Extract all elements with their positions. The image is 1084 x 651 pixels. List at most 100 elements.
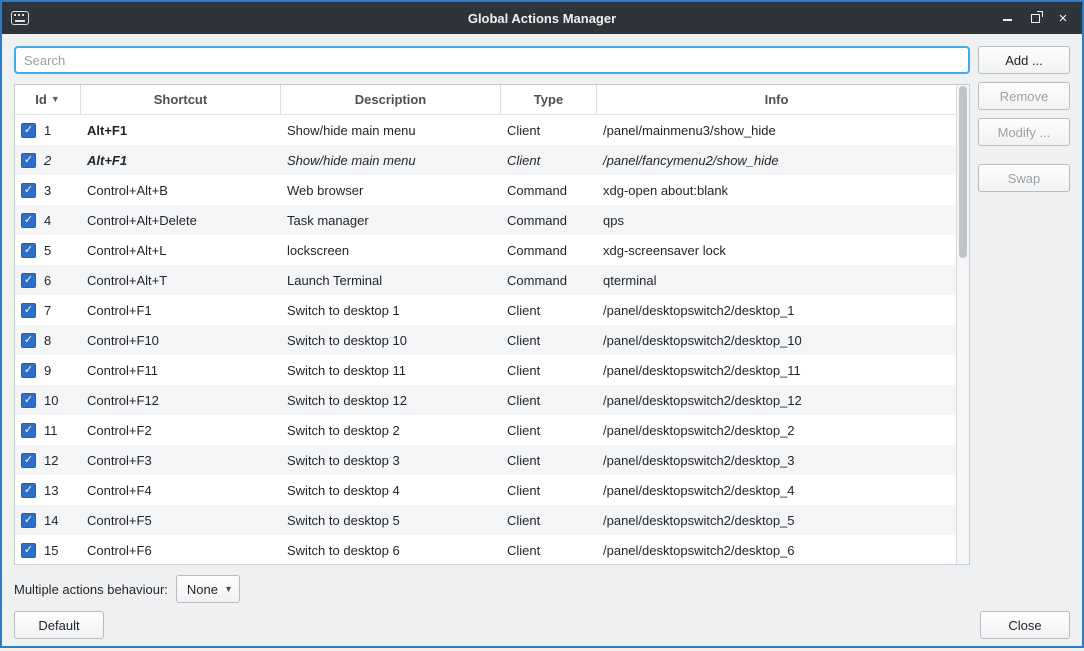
content-area: Id ▼ Shortcut Description Type Info ✓ 1 … [2,34,1082,651]
table-row[interactable]: ✓ 15 Control+F6 Switch to desktop 6 Clie… [15,535,956,565]
minimize-icon[interactable] [1000,11,1014,25]
vertical-scrollbar[interactable] [956,85,969,564]
table-row[interactable]: ✓ 14 Control+F5 Switch to desktop 5 Clie… [15,505,956,535]
column-header-shortcut[interactable]: Shortcut [81,85,281,114]
row-checkbox[interactable]: ✓ [21,153,36,168]
checkmark-icon: ✓ [24,425,33,436]
row-id: 12 [44,453,58,468]
row-info: /panel/desktopswitch2/desktop_6 [597,535,956,565]
table-row[interactable]: ✓ 8 Control+F10 Switch to desktop 10 Cli… [15,325,956,355]
row-info: /panel/desktopswitch2/desktop_1 [597,295,956,325]
row-description: Switch to desktop 2 [281,415,501,445]
row-checkbox[interactable]: ✓ [21,483,36,498]
row-info: qterminal [597,265,956,295]
row-shortcut: Control+F10 [81,325,281,355]
row-shortcut: Control+F3 [81,445,281,475]
row-description: Switch to desktop 4 [281,475,501,505]
row-checkbox[interactable]: ✓ [21,513,36,528]
checkmark-icon: ✓ [24,365,33,376]
row-checkbox[interactable]: ✓ [21,243,36,258]
row-info: /panel/desktopswitch2/desktop_10 [597,325,956,355]
row-id: 2 [44,153,51,168]
column-header-type[interactable]: Type [501,85,597,114]
row-type: Client [501,445,597,475]
checkmark-icon: ✓ [24,545,33,556]
row-id: 8 [44,333,51,348]
table-row[interactable]: ✓ 7 Control+F1 Switch to desktop 1 Clien… [15,295,956,325]
row-info: /panel/desktopswitch2/desktop_11 [597,355,956,385]
row-description: Show/hide main menu [281,145,501,175]
row-shortcut: Control+F12 [81,385,281,415]
column-header-description[interactable]: Description [281,85,501,114]
default-button[interactable]: Default [14,611,104,639]
table-row[interactable]: ✓ 5 Control+Alt+L lockscreen Command xdg… [15,235,956,265]
row-checkbox[interactable]: ✓ [21,333,36,348]
row-shortcut: Control+Alt+Delete [81,205,281,235]
row-checkbox[interactable]: ✓ [21,183,36,198]
actions-table: Id ▼ Shortcut Description Type Info ✓ 1 … [14,84,970,565]
multiple-actions-value: None [187,582,218,597]
row-id: 13 [44,483,58,498]
sort-arrow-icon: ▼ [51,95,60,104]
row-checkbox[interactable]: ✓ [21,303,36,318]
table-row[interactable]: ✓ 13 Control+F4 Switch to desktop 4 Clie… [15,475,956,505]
row-checkbox[interactable]: ✓ [21,213,36,228]
row-id: 9 [44,363,51,378]
row-shortcut: Control+Alt+L [81,235,281,265]
restore-icon[interactable] [1028,11,1042,25]
modify-button[interactable]: Modify ... [978,118,1070,146]
column-header-id[interactable]: Id ▼ [15,85,81,114]
table-row[interactable]: ✓ 11 Control+F2 Switch to desktop 2 Clie… [15,415,956,445]
action-buttons-column: Add ... Remove Modify ... Swap [978,46,1070,565]
row-checkbox[interactable]: ✓ [21,453,36,468]
row-description: Show/hide main menu [281,115,501,145]
row-id: 15 [44,543,58,558]
table-row[interactable]: ✓ 2 Alt+F1 Show/hide main menu Client /p… [15,145,956,175]
row-description: Switch to desktop 1 [281,295,501,325]
column-header-info[interactable]: Info [597,85,956,114]
row-checkbox[interactable]: ✓ [21,273,36,288]
table-row[interactable]: ✓ 6 Control+Alt+T Launch Terminal Comman… [15,265,956,295]
row-id: 6 [44,273,51,288]
row-checkbox[interactable]: ✓ [21,393,36,408]
multiple-actions-select[interactable]: None ▾ [176,575,240,603]
row-description: Task manager [281,205,501,235]
row-id: 7 [44,303,51,318]
table-row[interactable]: ✓ 12 Control+F3 Switch to desktop 3 Clie… [15,445,956,475]
scrollbar-thumb[interactable] [959,86,967,258]
checkmark-icon: ✓ [24,335,33,346]
global-actions-manager-window: Global Actions Manager × Id ▼ Shortcut D… [0,0,1084,648]
row-id: 4 [44,213,51,228]
row-description: Switch to desktop 10 [281,325,501,355]
checkmark-icon: ✓ [24,455,33,466]
row-description: Switch to desktop 11 [281,355,501,385]
checkmark-icon: ✓ [24,485,33,496]
close-icon[interactable]: × [1056,11,1070,25]
add-button[interactable]: Add ... [978,46,1070,74]
row-description: Web browser [281,175,501,205]
row-type: Command [501,205,597,235]
table-row[interactable]: ✓ 1 Alt+F1 Show/hide main menu Client /p… [15,115,956,145]
row-info: /panel/desktopswitch2/desktop_12 [597,385,956,415]
close-button[interactable]: Close [980,611,1070,639]
row-shortcut: Alt+F1 [81,115,281,145]
row-info: /panel/desktopswitch2/desktop_5 [597,505,956,535]
row-shortcut: Control+F11 [81,355,281,385]
row-checkbox[interactable]: ✓ [21,363,36,378]
row-shortcut: Control+F2 [81,415,281,445]
row-checkbox[interactable]: ✓ [21,543,36,558]
row-checkbox[interactable]: ✓ [21,123,36,138]
search-input[interactable] [14,46,970,74]
table-row[interactable]: ✓ 4 Control+Alt+Delete Task manager Comm… [15,205,956,235]
row-checkbox[interactable]: ✓ [21,423,36,438]
row-id: 11 [44,423,58,438]
table-row[interactable]: ✓ 10 Control+F12 Switch to desktop 12 Cl… [15,385,956,415]
behaviour-row: Multiple actions behaviour: None ▾ [14,575,1070,603]
table-row[interactable]: ✓ 9 Control+F11 Switch to desktop 11 Cli… [15,355,956,385]
row-info: /panel/fancymenu2/show_hide [597,145,956,175]
table-row[interactable]: ✓ 3 Control+Alt+B Web browser Command xd… [15,175,956,205]
row-info: /panel/desktopswitch2/desktop_4 [597,475,956,505]
swap-button[interactable]: Swap [978,164,1070,192]
row-description: Switch to desktop 6 [281,535,501,565]
remove-button[interactable]: Remove [978,82,1070,110]
